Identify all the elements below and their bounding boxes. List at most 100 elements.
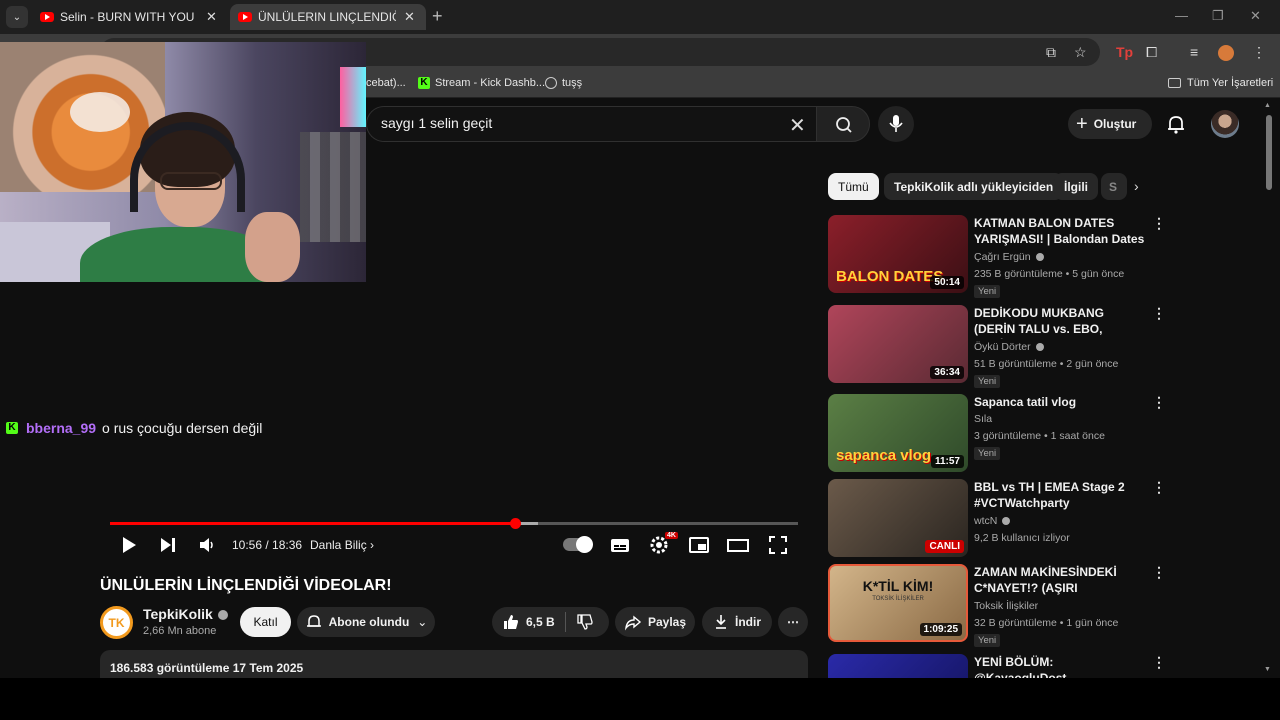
recommendation-channel[interactable]: Çağrı Ergün xyxy=(974,251,1044,263)
extension-icon[interactable]: Tp xyxy=(1116,44,1133,60)
theater-mode-button[interactable] xyxy=(727,535,749,560)
bookmark-label: Tüm Yer İşaretleri xyxy=(1187,77,1274,89)
account-avatar[interactable] xyxy=(1211,110,1239,138)
filter-chip-uploader[interactable]: TepkiKolik adlı yükleyiciden xyxy=(884,173,1064,200)
close-window-icon[interactable]: ✕ xyxy=(1250,8,1261,24)
recommendation-channel[interactable]: wtcN xyxy=(974,515,1011,527)
bookmark-label: cebat)... xyxy=(366,77,406,89)
new-tab-icon[interactable]: + xyxy=(432,6,443,27)
miniplayer-button[interactable] xyxy=(688,535,710,560)
browser-tab-2[interactable]: ÜNLÜLERIN LINÇLENDIĞI VIDEOLAR! ✕ xyxy=(230,4,426,30)
new-badge: Yeni xyxy=(974,634,1001,647)
channel-name: Öykü Dörter xyxy=(974,341,1031,353)
kick-icon: K xyxy=(418,77,430,89)
recommendation-title[interactable]: ZAMAN MAKİNESİNDEKİ C*NAYET!? (AŞIRI ZOR… xyxy=(974,564,1146,598)
scrollbar-thumb[interactable] xyxy=(1266,115,1272,190)
video-thumbnail[interactable]: CANLI xyxy=(828,479,968,557)
recommendation-channel[interactable]: Sıla xyxy=(974,413,992,425)
streamer-hands xyxy=(245,212,300,282)
recommendation-title[interactable]: DEDİKODU MUKBANG (DERİN TALU vs. EBO, HA… xyxy=(974,305,1146,339)
thumbs-down-icon[interactable] xyxy=(576,613,594,631)
create-button[interactable]: + Oluştur xyxy=(1068,109,1152,139)
recommendation-item[interactable]: sapanca vlog 11:57 Sapanca tatil vlog Sıla 3… xyxy=(828,394,1168,474)
more-vertical-icon[interactable]: ⋮ xyxy=(1152,305,1166,322)
close-tab-icon[interactable]: ✕ xyxy=(206,9,217,25)
profile-icon[interactable] xyxy=(1218,45,1234,61)
thumbnail-text: K*TİL KİM! xyxy=(862,578,934,594)
more-vertical-icon[interactable]: ⋮ xyxy=(1152,564,1166,581)
video-thumbnail[interactable]: K*TİL KİM! TOKSİK İLİŞKİLER 1:09:25 xyxy=(828,564,968,642)
like-count[interactable]: 6,5 B xyxy=(526,615,555,629)
browser-tab-1[interactable]: Selin - BURN WITH YOU (Official ✕ xyxy=(32,4,230,30)
maximize-icon[interactable]: ❐ xyxy=(1212,8,1224,24)
filter-chip-all[interactable]: Tümü xyxy=(828,173,879,200)
filter-chip-related[interactable]: İlgili xyxy=(1054,173,1098,200)
recommendation-item[interactable]: 36:34 DEDİKODU MUKBANG (DERİN TALU vs. EB… xyxy=(828,305,1168,388)
channel-avatar[interactable]: TK xyxy=(100,606,133,639)
more-actions-button[interactable]: ⋯ xyxy=(778,607,808,637)
channel-name-link[interactable]: TepkiKolik xyxy=(143,606,228,622)
media-controls-icon[interactable]: ≡ xyxy=(1190,44,1198,60)
extensions-puzzle-icon[interactable]: ⧠ xyxy=(1146,44,1157,61)
scroll-up-icon[interactable]: ▲ xyxy=(1264,102,1271,109)
more-vertical-icon[interactable]: ⋮ xyxy=(1152,394,1166,411)
video-thumbnail[interactable]: BALON DATES 50:14 xyxy=(828,215,968,293)
menu-dots-icon[interactable]: ⋮ xyxy=(1252,44,1266,61)
video-thumbnail[interactable]: sapanca vlog 11:57 xyxy=(828,394,968,472)
next-button[interactable] xyxy=(158,535,178,560)
install-icon[interactable]: ⧉ xyxy=(1046,44,1056,61)
subscribed-button[interactable]: Abone olundu ⌄ xyxy=(297,607,435,637)
bookmark-star-icon[interactable]: ☆ xyxy=(1074,44,1087,61)
chapter-button[interactable]: Danla Biliç › xyxy=(310,538,374,552)
bookmark-tuss[interactable]: tuşş xyxy=(545,77,582,89)
search-icon xyxy=(836,117,852,133)
recommendation-title[interactable]: KATMAN BALON DATES YARIŞMASI! | Balondan… xyxy=(974,215,1146,249)
scrubber-handle[interactable] xyxy=(509,518,521,529)
channel-name: Toksik İlişkiler xyxy=(974,600,1039,612)
wall-posters xyxy=(300,132,366,242)
scroll-down-icon[interactable]: ▼ xyxy=(1264,666,1271,673)
chevron-right-icon[interactable]: › xyxy=(1134,178,1139,194)
play-icon xyxy=(123,537,136,553)
recommendation-item[interactable]: K*TİL KİM! TOKSİK İLİŞKİLER 1:09:25 ZAMAN M… xyxy=(828,564,1168,647)
autoplay-toggle[interactable] xyxy=(563,536,593,553)
play-button[interactable] xyxy=(120,535,138,560)
folder-icon xyxy=(1168,78,1181,88)
duration-badge: 36:34 xyxy=(930,366,964,379)
channel-name: TepkiKolik xyxy=(143,606,213,622)
video-thumbnail[interactable]: 36:34 xyxy=(828,305,968,383)
volume-button[interactable] xyxy=(197,535,217,560)
bell-icon xyxy=(1168,116,1184,134)
tab-search-icon[interactable]: ⌄ xyxy=(6,6,28,28)
filter-chip-more[interactable]: S xyxy=(1101,173,1127,200)
fullscreen-button[interactable] xyxy=(768,535,788,560)
recommendation-title[interactable]: BBL vs TH | EMEA Stage 2 #VCTWatchparty xyxy=(974,479,1146,511)
youtube-icon xyxy=(40,12,54,22)
recommendation-item[interactable]: BALON DATES 50:14 KATMAN BALON DATES YARIŞ… xyxy=(828,215,1168,298)
recommendation-title[interactable]: Sapanca tatil vlog xyxy=(974,394,1146,410)
bookmark-kick[interactable]: K Stream - Kick Dashb... xyxy=(418,77,545,89)
search-button[interactable] xyxy=(816,106,870,142)
plus-icon: + xyxy=(1076,113,1088,135)
notifications-button[interactable] xyxy=(1164,112,1188,141)
bookmark-partial[interactable]: cebat)... xyxy=(366,77,406,89)
clear-search-icon[interactable]: ✕ xyxy=(789,113,806,138)
thumbnail-text: BALON DATES xyxy=(836,268,944,285)
more-vertical-icon[interactable]: ⋮ xyxy=(1152,215,1166,232)
voice-search-button[interactable] xyxy=(878,106,914,142)
recommendation-item[interactable]: CANLI BBL vs TH | EMEA Stage 2 #VCTWatchp… xyxy=(828,479,1168,559)
close-tab-icon[interactable]: ✕ xyxy=(404,9,415,25)
minimize-icon[interactable]: — xyxy=(1175,8,1188,23)
more-vertical-icon[interactable]: ⋮ xyxy=(1152,479,1166,496)
thumbs-up-icon[interactable] xyxy=(502,613,520,631)
subtitles-button[interactable] xyxy=(609,535,631,560)
recommendation-channel[interactable]: Toksik İlişkiler xyxy=(974,600,1038,612)
more-vertical-icon[interactable]: ⋮ xyxy=(1152,654,1166,671)
recommendation-channel[interactable]: Öykü Dörter xyxy=(974,341,1044,353)
share-button[interactable]: Paylaş xyxy=(615,607,695,637)
new-badge: Yeni xyxy=(974,447,1001,460)
browser-tabbar: ⌄ Selin - BURN WITH YOU (Official ✕ ÜNLÜ… xyxy=(0,0,1280,34)
download-button[interactable]: İndir xyxy=(702,607,772,637)
join-button[interactable]: Katıl xyxy=(240,607,291,637)
all-bookmarks[interactable]: Tüm Yer İşaretleri xyxy=(1168,77,1273,89)
